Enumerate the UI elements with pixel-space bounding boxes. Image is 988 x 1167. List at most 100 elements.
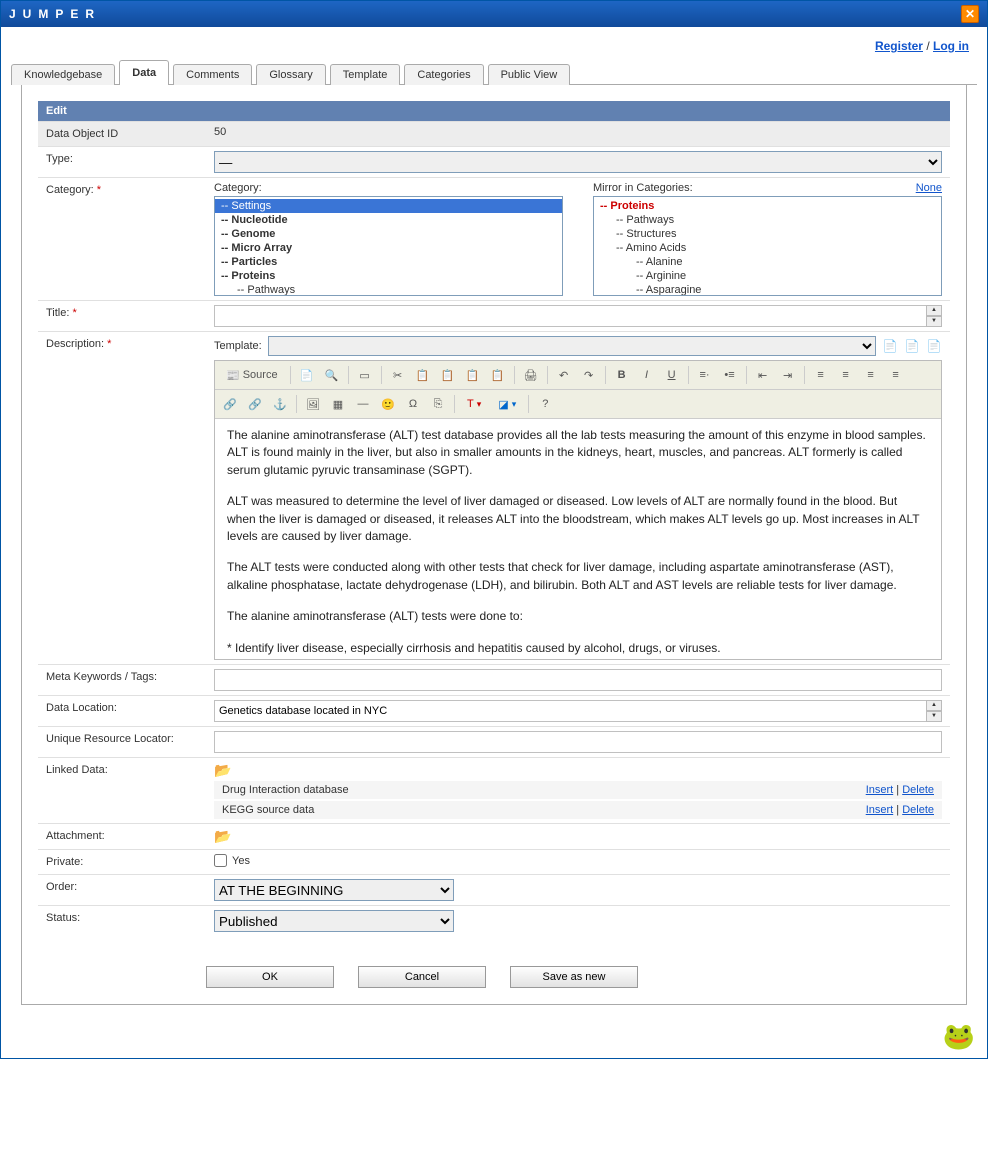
category-listbox[interactable]: -- Settings-- Nucleotide-- Genome-- Micr… — [214, 196, 563, 296]
unordered-list-icon[interactable]: •≡ — [719, 365, 741, 385]
label-linked: Linked Data: — [38, 758, 206, 823]
bg-color-icon[interactable]: ◪▾ — [491, 394, 523, 414]
paste-word-icon[interactable]: 📋 — [487, 365, 509, 385]
smiley-icon[interactable]: 🙂 — [377, 394, 399, 414]
linked-insert-link[interactable]: Insert — [866, 784, 894, 796]
unlink-icon[interactable]: 🔗 — [244, 394, 266, 414]
cancel-button[interactable]: Cancel — [358, 966, 486, 988]
linked-delete-link[interactable]: Delete — [902, 804, 934, 816]
category-item[interactable]: -- Genome — [215, 227, 562, 241]
row-status: Status: Published — [38, 905, 950, 936]
label-title: Title: — [46, 307, 69, 319]
section-heading: Edit — [38, 101, 950, 121]
order-select[interactable]: AT THE BEGINNING — [214, 879, 454, 901]
page-break-icon[interactable]: ⎘ — [427, 394, 449, 414]
align-right-icon[interactable]: ≡ — [860, 365, 882, 385]
mirror-item[interactable]: -- Proteins — [594, 199, 941, 213]
login-link[interactable]: Log in — [933, 39, 969, 53]
category-item[interactable]: -- Proteins — [215, 269, 562, 283]
template-load-icon[interactable]: 📄 — [882, 338, 898, 354]
attachment-folder-icon[interactable]: 📂 — [214, 828, 231, 844]
editor-content[interactable]: The alanine aminotransferase (ALT) test … — [215, 419, 941, 659]
tab-comments[interactable]: Comments — [173, 64, 252, 85]
help-icon[interactable]: ? — [534, 394, 556, 414]
data-location-input[interactable] — [214, 700, 942, 722]
label-order: Order: — [38, 875, 206, 905]
anchor-icon[interactable]: ⚓ — [269, 394, 291, 414]
special-char-icon[interactable]: Ω — [402, 394, 424, 414]
title-spinner[interactable]: ▲▼ — [926, 305, 942, 327]
ok-button[interactable]: OK — [206, 966, 334, 988]
cut-icon[interactable]: ✂ — [387, 365, 409, 385]
row-order: Order: AT THE BEGINNING — [38, 874, 950, 905]
template-append-icon[interactable]: 📄 — [926, 338, 942, 354]
copy-icon[interactable]: 📋 — [412, 365, 434, 385]
text-color-icon[interactable]: T▾ — [460, 394, 488, 414]
align-justify-icon[interactable]: ≡ — [885, 365, 907, 385]
italic-icon[interactable]: I — [636, 365, 658, 385]
mirror-item[interactable]: -- Pathways — [594, 213, 941, 227]
category-item[interactable]: -- Particles — [215, 255, 562, 269]
tab-categories[interactable]: Categories — [404, 64, 483, 85]
paste-icon[interactable]: 📋 — [437, 365, 459, 385]
bold-icon[interactable]: B — [611, 365, 633, 385]
url-input[interactable] — [214, 731, 942, 753]
tab-public-view[interactable]: Public View — [488, 64, 571, 85]
table-icon[interactable]: ▦ — [327, 394, 349, 414]
type-select[interactable]: — — [214, 151, 942, 173]
paste-text-icon[interactable]: 📋 — [462, 365, 484, 385]
save-as-new-button[interactable]: Save as new — [510, 966, 638, 988]
row-description: Description: * Template: 📄 📄 📄 — [38, 331, 950, 664]
preview-icon[interactable]: 🔍 — [321, 365, 343, 385]
title-input[interactable] — [214, 305, 942, 327]
tab-glossary[interactable]: Glossary — [256, 64, 325, 85]
linked-insert-link[interactable]: Insert — [866, 804, 894, 816]
source-button[interactable]: 📰 Source — [219, 365, 285, 385]
tab-template[interactable]: Template — [330, 64, 401, 85]
editor-toolbar-2: 🔗 🔗 ⚓ 🖼 ▦ — 🙂 Ω ⎘ T▾ ◪▾ — [215, 390, 941, 419]
private-checkbox[interactable] — [214, 854, 227, 867]
ordered-list-icon[interactable]: ≡· — [694, 365, 716, 385]
align-center-icon[interactable]: ≡ — [835, 365, 857, 385]
row-category: Category: * Category: -- Settings-- Nucl… — [38, 177, 950, 300]
outdent-icon[interactable]: ⇤ — [752, 365, 774, 385]
undo-icon[interactable]: ↶ — [553, 365, 575, 385]
mirror-item[interactable]: -- Arginine — [594, 269, 941, 283]
mirror-item[interactable]: -- Structures — [594, 227, 941, 241]
register-link[interactable]: Register — [875, 39, 923, 53]
linked-folder-icon[interactable]: 📂 — [214, 762, 231, 778]
mirror-none-link[interactable]: None — [916, 182, 942, 194]
category-item[interactable]: -- Settings — [215, 199, 562, 213]
align-left-icon[interactable]: ≡ — [810, 365, 832, 385]
mirror-item[interactable]: -- Asparagine — [594, 283, 941, 296]
image-icon[interactable]: 🖼 — [302, 394, 324, 414]
category-item[interactable]: -- Nucleotide — [215, 213, 562, 227]
button-row: OK Cancel Save as new — [38, 966, 950, 988]
linked-data-row: KEGG source dataInsert | Delete — [214, 801, 942, 819]
hr-icon[interactable]: — — [352, 394, 374, 414]
link-icon[interactable]: 🔗 — [219, 394, 241, 414]
mirror-listbox[interactable]: -- Proteins-- Pathways-- Structures-- Am… — [593, 196, 942, 296]
data-location-spinner[interactable]: ▲▼ — [926, 700, 942, 722]
template-save-icon[interactable]: 📄 — [904, 338, 920, 354]
redo-icon[interactable]: ↷ — [578, 365, 600, 385]
tab-knowledgebase[interactable]: Knowledgebase — [11, 64, 115, 85]
tab-data[interactable]: Data — [119, 60, 169, 85]
row-data-object-id: Data Object ID 50 — [38, 121, 950, 146]
templates-icon[interactable]: ▭ — [354, 365, 376, 385]
template-select[interactable] — [268, 336, 876, 356]
app-window: JUMPER ✕ Register / Log in Knowledgebase… — [0, 0, 988, 1059]
indent-icon[interactable]: ⇥ — [777, 365, 799, 385]
print-icon[interactable]: 🖨 — [520, 365, 542, 385]
linked-delete-link[interactable]: Delete — [902, 784, 934, 796]
mirror-item[interactable]: -- Alanine — [594, 255, 941, 269]
close-icon[interactable]: ✕ — [961, 5, 979, 23]
new-doc-icon[interactable]: 📄 — [296, 365, 318, 385]
meta-input[interactable] — [214, 669, 942, 691]
underline-icon[interactable]: U — [661, 365, 683, 385]
label-description: Description: — [46, 338, 104, 350]
category-item[interactable]: -- Pathways — [215, 283, 562, 296]
category-item[interactable]: -- Micro Array — [215, 241, 562, 255]
status-select[interactable]: Published — [214, 910, 454, 932]
mirror-item[interactable]: -- Amino Acids — [594, 241, 941, 255]
